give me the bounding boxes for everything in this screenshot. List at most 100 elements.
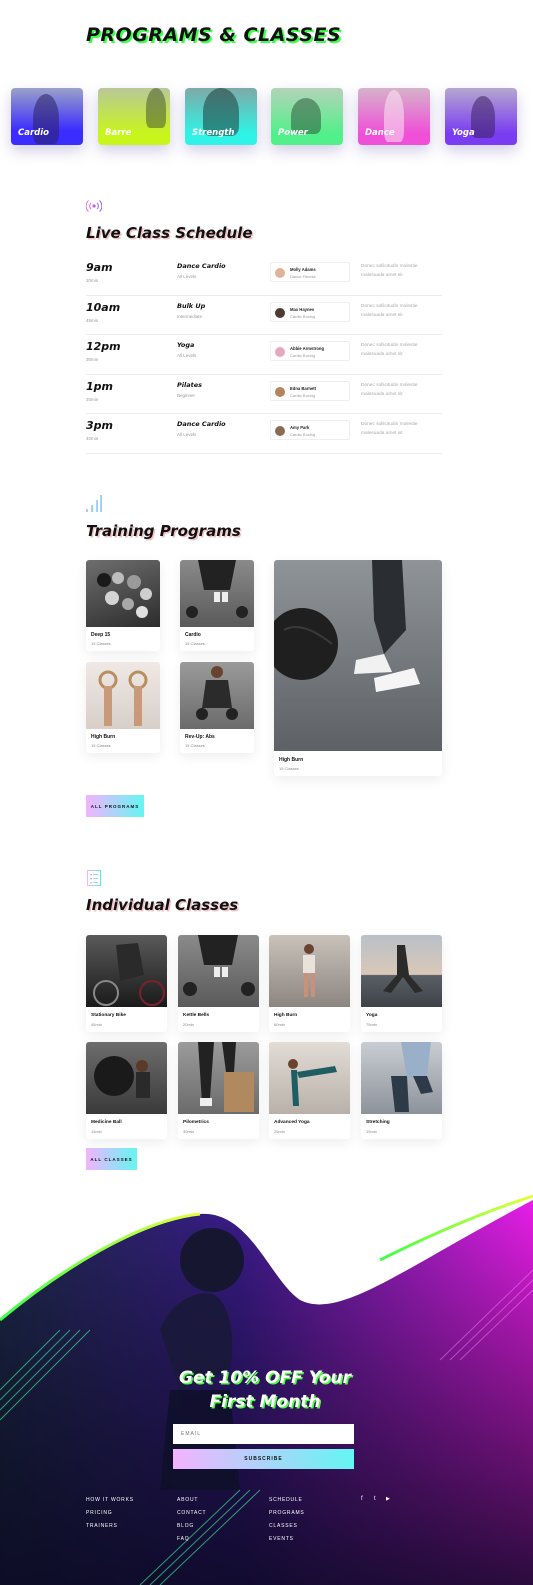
program-name: Deep 15 [91,632,111,638]
class-duration: 40min [86,436,99,441]
class-level: All Levels [177,353,197,358]
class-card[interactable]: Yoga 75min [361,935,442,1032]
footer-link-about[interactable]: ABOUT [177,1497,198,1503]
class-name: Pilates [177,380,202,389]
class-card[interactable]: Kettle Bells 20min [178,935,259,1032]
class-name: Stretching [366,1120,390,1125]
trainer-name: Max Haynes [290,306,315,312]
program-count: 15 Classes [185,743,205,748]
category-label: Yoga [452,128,475,138]
trainer-chip[interactable]: Abbie Armstrong Cardio Boxing [270,341,350,361]
program-count: 15 Classes [279,766,299,771]
category-tile-yoga[interactable]: Yoga [445,88,517,145]
schedule-table: 9am 20min Dance Cardio All Levels Molly … [86,256,442,454]
schedule-row[interactable]: 12pm 30min Yoga All Levels Abbie Armstro… [86,335,442,375]
footer-link-classes[interactable]: CLASSES [269,1523,298,1529]
class-name: Dance Cardio [177,420,226,428]
program-count: 15 Classes [91,743,111,748]
class-duration: 30min [86,357,99,362]
footer-link-faq[interactable]: FAQ [177,1536,189,1542]
footer-link-schedule[interactable]: SCHEDULE [269,1497,303,1503]
program-image [180,662,254,729]
training-title: Training Programs [86,522,241,540]
signal-bars-icon [86,495,102,512]
trainer-chip[interactable]: Max Haynes Cardio Boxing [270,301,350,322]
program-card-featured[interactable]: High Burn 15 Classes [274,560,442,776]
footer-link-contact[interactable]: CONTACT [177,1510,206,1516]
footer-link-trainers[interactable]: TRAINERS [86,1523,118,1529]
program-card[interactable]: Cardio 15 Classes [180,560,254,651]
trainer-chip[interactable]: Edna Barnett Cardio Boxing [270,380,350,401]
class-name: Stationary Bike [91,1013,126,1018]
subscribe-button[interactable]: SUBSCRIBE [173,1449,354,1469]
avatar [275,426,285,436]
class-image [178,935,259,1007]
footer-link-pricing[interactable]: PRICING [86,1510,112,1516]
class-level: Beginner [177,392,196,398]
category-label: Strength [192,128,235,138]
class-duration: 30min [183,1129,194,1134]
avatar [275,347,285,357]
class-card[interactable]: Stretching 15min [361,1042,442,1139]
category-tile-power[interactable]: Power [271,88,343,145]
all-classes-button[interactable]: ALL CLASSES [86,1148,137,1170]
page-title: PROGRAMS & CLASSES [86,24,342,46]
schedule-row[interactable]: 9am 20min Dance Cardio All Levels Molly … [86,256,442,296]
class-duration: 20min [183,1022,194,1027]
trainer-role: Cardio Boxing [290,432,316,437]
category-tile-dance[interactable]: Dance [358,88,430,145]
class-duration: 45min [86,317,99,323]
class-name: Bulk Up [177,301,206,310]
avatar [275,268,285,278]
category-tile-strength[interactable]: Strength [185,88,257,145]
trainer-chip[interactable]: Amy Park Cardio Boxing [270,420,350,440]
class-duration: 15min [91,1129,102,1134]
class-card[interactable]: Medicine Ball 15min [86,1042,167,1139]
class-duration: 20min [86,396,99,402]
class-description: Donec sollicitudin molestie malesuada am… [361,303,418,318]
schedule-row[interactable]: 10am 45min Bulk Up Intermediate Max Hayn… [86,296,442,335]
class-description: Donec sollicitudin molestie malesuada am… [361,264,418,278]
program-card[interactable]: Rev-Up: Abs 15 Classes [180,662,254,753]
category-label: Barre [105,128,132,138]
class-level: All Levels [177,432,197,437]
category-row: Cardio Barre Strength Power Dance Yoga [11,88,523,146]
youtube-icon[interactable]: ▶ [386,1496,390,1502]
class-card[interactable]: Advanced Yoga 25min [269,1042,350,1139]
program-card[interactable]: Deep 15 15 Classes [86,560,160,651]
schedule-row[interactable]: 3pm 40min Dance Cardio All Levels Amy Pa… [86,414,442,454]
category-tile-barre[interactable]: Barre [98,88,170,145]
class-image [361,935,442,1007]
program-name: High Burn [279,757,304,763]
facebook-icon[interactable]: f [361,1496,363,1502]
program-card[interactable]: High Burn 15 Classes [86,662,160,753]
footer-link-how-it-works[interactable]: HOW IT WORKS [86,1497,134,1503]
class-time: 3pm [86,419,113,432]
footer-link-programs[interactable]: PROGRAMS [269,1510,305,1516]
email-input[interactable] [173,1424,354,1444]
footer-link-events[interactable]: EVENTS [269,1536,294,1542]
twitter-icon[interactable]: t [374,1496,376,1502]
all-programs-button[interactable]: ALL PROGRAMS [86,795,144,817]
class-card[interactable]: High Burn 60min [269,935,350,1032]
schedule-row[interactable]: 1pm 20min Pilates Beginner Edna Barnett … [86,375,442,414]
category-label: Cardio [18,128,50,138]
class-level: Intermediate [177,313,203,319]
class-level: All Levels [177,274,197,279]
footer-link-blog[interactable]: BLOG [177,1523,194,1529]
class-duration: 15min [366,1129,377,1134]
broadcast-icon [86,200,102,212]
avatar [275,307,285,318]
category-tile-cardio[interactable]: Cardio [11,88,83,145]
schedule-title: Live Class Schedule [86,224,253,242]
class-card[interactable]: Pilometrics 30min [178,1042,259,1139]
trainer-chip[interactable]: Molly Adams Dance Fitness [270,262,350,282]
class-name: Yoga [366,1013,378,1018]
trainer-name: Abbie Armstrong [290,346,325,351]
class-duration: 75min [366,1022,377,1027]
class-card[interactable]: Stationary Bike 45min [86,935,167,1032]
class-duration: 20min [86,278,99,283]
class-name: Medicine Ball [91,1120,122,1125]
promo-title-line2: First Month [209,1392,321,1412]
class-image [361,1042,442,1114]
